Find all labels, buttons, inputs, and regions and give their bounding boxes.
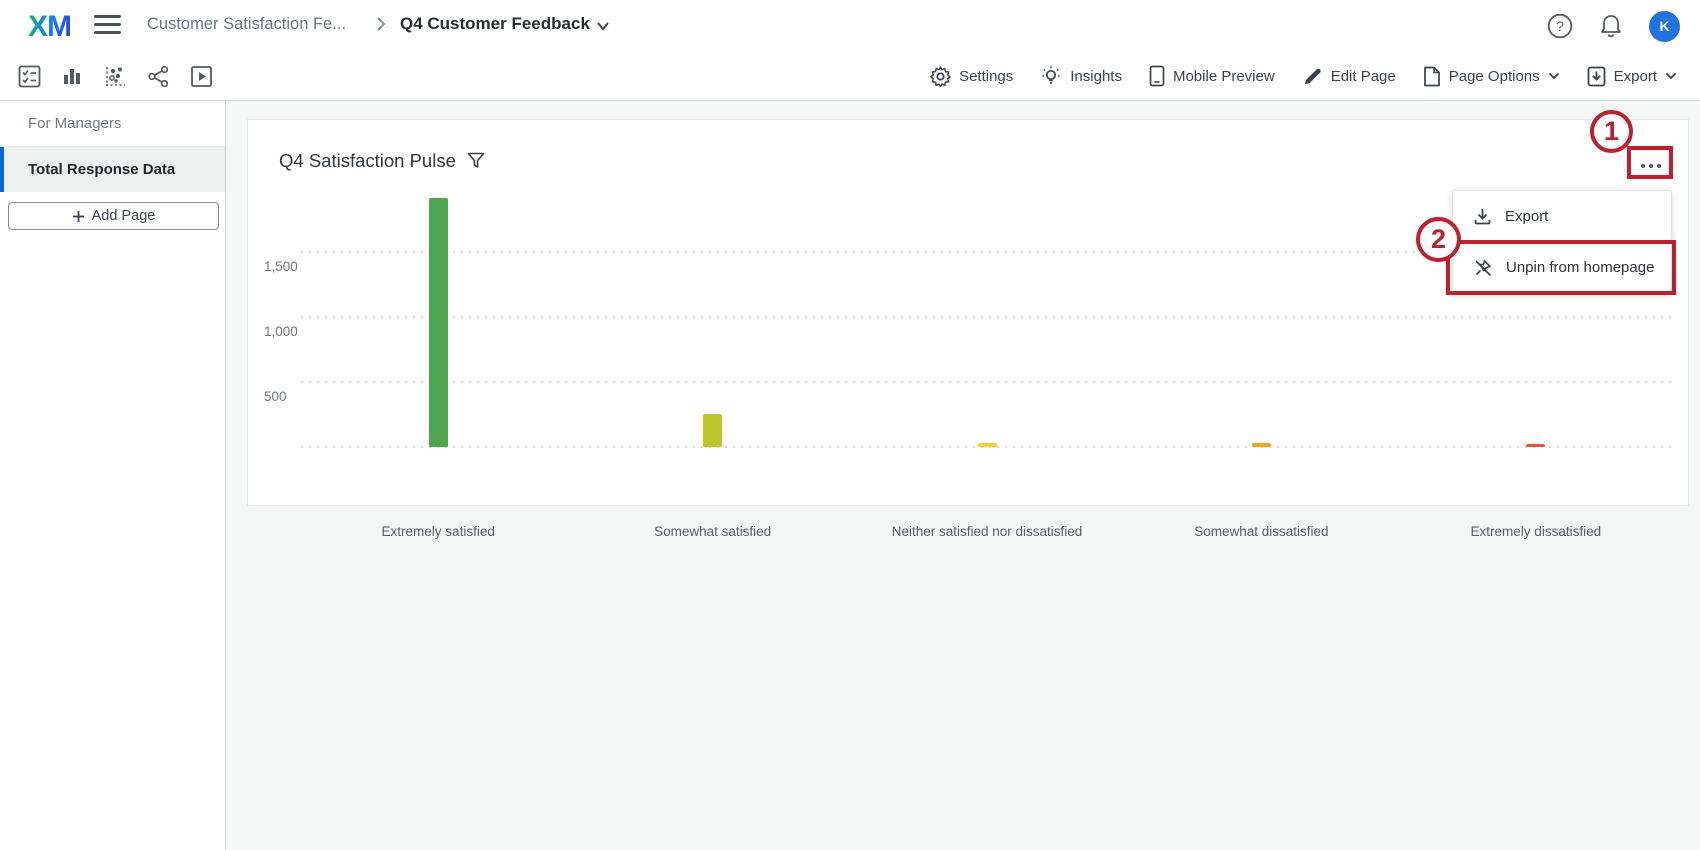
- add-page-label: Add Page: [92, 208, 156, 224]
- widget-card: Q4 Satisfaction Pulse 5001,0001,500 Extr…: [247, 119, 1689, 506]
- chart-gridline: [301, 381, 1673, 383]
- plus-icon: [72, 210, 85, 223]
- help-icon[interactable]: ?: [1547, 13, 1573, 39]
- top-navigation-bar: XM Customer Satisfaction Fe... Q4 Custom…: [0, 0, 1700, 52]
- chart-y-tick-label: 1,000: [264, 324, 304, 339]
- chart-bar: [978, 443, 997, 447]
- annotation-step2-number: 2: [1431, 224, 1446, 255]
- annotation-step1-badge: 1: [1590, 110, 1633, 153]
- chart-y-tick-label: 500: [264, 389, 304, 404]
- add-page-button[interactable]: Add Page: [8, 202, 219, 230]
- chart-bar: [429, 198, 448, 447]
- menu-item-export-label: Export: [1505, 208, 1548, 225]
- present-play-icon[interactable]: [189, 64, 213, 88]
- dashboard-toolbar: Settings Insights Mobile Preview Edit Pa…: [0, 52, 1700, 101]
- xm-logo: XM: [28, 10, 71, 44]
- scatter-plot-icon[interactable]: [103, 64, 127, 88]
- settings-label: Settings: [959, 68, 1013, 85]
- chart-x-axis-label: Somewhat dissatisfied: [1124, 524, 1398, 539]
- chart-x-axis-label: Somewhat satisfied: [575, 524, 849, 539]
- pages-sidebar: For Managers Total Response Data Add Pag…: [0, 101, 226, 850]
- bar-chart-icon[interactable]: [60, 64, 84, 88]
- chevron-down-icon[interactable]: [596, 21, 610, 31]
- chart-gridline: [301, 316, 1673, 318]
- page-options-label: Page Options: [1449, 68, 1540, 85]
- sidebar-item-total-response-data[interactable]: Total Response Data: [0, 147, 225, 192]
- annotation-step1-number: 1: [1604, 116, 1619, 147]
- svg-text:?: ?: [1556, 18, 1564, 34]
- settings-button[interactable]: Settings: [930, 66, 1013, 87]
- mobile-preview-label: Mobile Preview: [1173, 68, 1275, 85]
- export-doc-icon: [1587, 66, 1606, 87]
- annotation-rect-step1: [1627, 146, 1673, 179]
- chevron-down-icon: [1665, 72, 1677, 80]
- edit-page-label: Edit Page: [1331, 68, 1396, 85]
- insights-label: Insights: [1070, 68, 1122, 85]
- phone-icon: [1149, 65, 1165, 87]
- chart-bar: [703, 414, 722, 447]
- chart-x-axis-label: Extremely dissatisfied: [1399, 524, 1673, 539]
- gear-icon: [930, 66, 951, 87]
- download-icon: [1473, 207, 1492, 226]
- mobile-preview-button[interactable]: Mobile Preview: [1149, 65, 1275, 87]
- hamburger-menu-icon[interactable]: [94, 15, 121, 36]
- page-icon: [1423, 66, 1441, 87]
- page-options-button[interactable]: Page Options: [1423, 66, 1560, 87]
- notifications-bell-icon[interactable]: [1599, 13, 1623, 39]
- sidebar-section-label: For Managers: [0, 101, 225, 147]
- widget-title: Q4 Satisfaction Pulse: [279, 150, 456, 172]
- breadcrumb-current[interactable]: Q4 Customer Feedback: [400, 14, 590, 34]
- annotation-rect-step2: [1446, 240, 1676, 295]
- lightbulb-icon: [1040, 65, 1062, 87]
- chart-x-axis-label: Extremely satisfied: [301, 524, 575, 539]
- export-button[interactable]: Export: [1587, 66, 1677, 87]
- chart-x-axis-labels: Extremely satisfiedSomewhat satisfiedNei…: [301, 524, 1673, 539]
- breadcrumb-parent[interactable]: Customer Satisfaction Fe...: [147, 15, 346, 34]
- chart-bar: [1252, 443, 1271, 447]
- edit-page-button[interactable]: Edit Page: [1302, 66, 1396, 87]
- survey-checklist-icon[interactable]: [17, 64, 41, 88]
- user-avatar[interactable]: K: [1649, 11, 1680, 42]
- menu-item-export[interactable]: Export: [1453, 191, 1671, 242]
- chart-bar: [1526, 444, 1545, 447]
- chart-y-tick-label: 1,500: [264, 259, 304, 274]
- export-label: Export: [1614, 68, 1657, 85]
- pencil-icon: [1302, 66, 1323, 87]
- chevron-right-icon: [376, 16, 386, 32]
- chevron-down-icon: [1548, 72, 1560, 80]
- share-icon[interactable]: [146, 64, 170, 88]
- insights-button[interactable]: Insights: [1040, 65, 1122, 87]
- chart-x-axis-label: Neither satisfied nor dissatisfied: [850, 524, 1124, 539]
- filter-funnel-icon[interactable]: [467, 152, 485, 170]
- annotation-step2-badge: 2: [1416, 217, 1461, 262]
